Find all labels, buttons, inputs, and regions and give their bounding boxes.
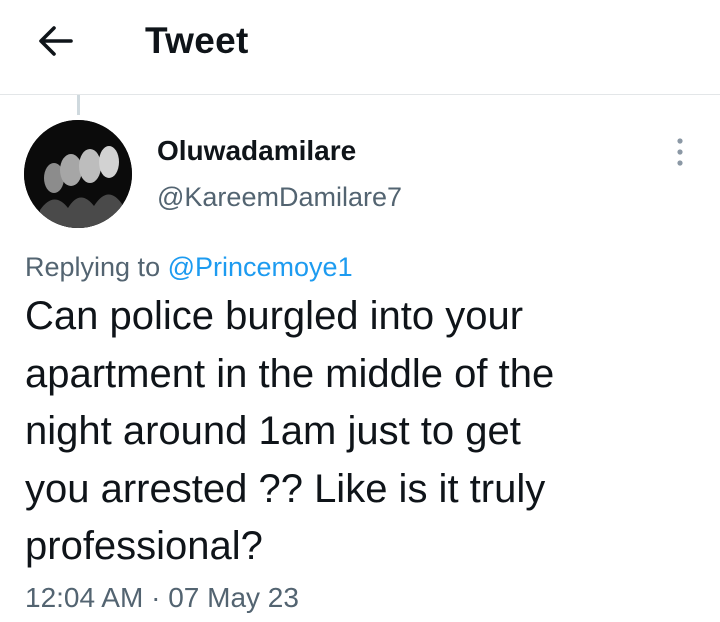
timestamp-separator: · xyxy=(151,582,161,613)
thread-connector-line xyxy=(77,95,80,115)
tweet-text-line: you arrested ?? Like is it truly xyxy=(25,466,546,511)
reply-target-link[interactable]: @Princemoye1 xyxy=(168,252,353,282)
avatar[interactable] xyxy=(24,120,132,228)
tweet-text-line: professional? xyxy=(25,524,263,568)
author-display-name[interactable]: Oluwadamilare xyxy=(157,134,356,168)
more-vertical-icon xyxy=(677,138,683,166)
tweet-date: 07 May 23 xyxy=(168,582,299,613)
tweet-text: Can police burgled into your apartment i… xyxy=(25,288,705,576)
more-options-button[interactable] xyxy=(664,132,696,172)
replying-to: Replying to @Princemoye1 xyxy=(25,250,353,284)
arrow-left-icon xyxy=(39,26,73,56)
page-title: Tweet xyxy=(145,20,249,61)
replying-to-prefix: Replying to xyxy=(25,252,161,282)
top-bar: Tweet xyxy=(0,0,720,95)
tweet-text-line: apartment in the middle of the xyxy=(25,351,555,396)
author-handle[interactable]: @KareemDamilare7 xyxy=(157,180,402,214)
tweet-text-line: Can police burgled into your xyxy=(25,294,524,338)
tweet-timestamp[interactable]: 12:04 AM · 07 May 23 xyxy=(25,580,299,616)
profile-avatar xyxy=(24,120,132,228)
tweet-time: 12:04 AM xyxy=(25,582,144,613)
tweet-text-line: night around 1am just to get xyxy=(25,409,521,453)
back-button[interactable] xyxy=(30,18,82,64)
